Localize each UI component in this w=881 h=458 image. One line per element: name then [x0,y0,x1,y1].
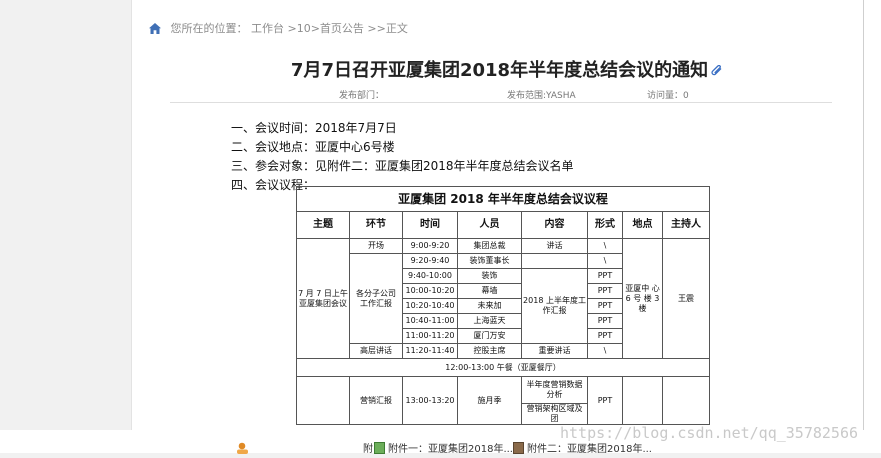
meeting-attendees: 三、参会对象：见附件二：亚厦集团2018年半年度总结会议名单 [231,159,574,173]
home-icon[interactable] [149,23,161,34]
time-cell: 11:00-11:20 [402,328,458,344]
time-cell: 10:00-10:20 [402,283,458,299]
column-header: 时间 [402,211,458,239]
breadcrumb-prefix: 您所在的位置： [170,22,248,35]
form-cell: \ [587,253,623,269]
person-cell: 幕墙 [457,283,522,299]
table-row: 12:00-13:00 午餐（亚厦餐厅） [295,358,711,377]
breadcrumb-path[interactable]: 工作台 >10>首页公告 >>正文 [251,22,408,35]
person-cell: 集团总裁 [457,238,522,254]
watermark: https://blog.csdn.net/qq_35782566 [560,424,859,442]
form-cell: PPT [587,376,623,425]
page-title: 7月7日召开亚厦集团2018年半年度总结会议的通知 [132,56,881,82]
person-cell: 未来加 [457,298,522,314]
time-cell: 10:40-11:00 [402,313,458,329]
notice-page: 您所在的位置： 工作台 >10>首页公告 >>正文 7月7日召开亚厦集团2018… [131,0,881,430]
time-cell: 13:00-13:20 [402,376,458,425]
breadcrumb: 您所在的位置： 工作台 >10>首页公告 >>正文 [149,20,408,36]
column-header: 主持人 [661,211,711,239]
content-cell: 2018 上半年度工 作汇报 [521,268,588,344]
notice-title: 7月7日召开亚厦集团2018年半年度总结会议的通知 [290,60,709,81]
column-header: 形式 [587,211,623,239]
theme-cell: 7 月 7 日上午 亚厦集团会议 [296,238,350,359]
column-header: 主题 [296,211,350,239]
person-cell: 装饰董事长 [457,253,522,269]
table-row: 7 月 7 日上午 亚厦集团会议 开场 9:00-9:20 集团总裁 讲话 \ … [296,238,711,359]
attachment-icon[interactable] [710,64,723,76]
form-cell: PPT [587,283,623,299]
file-icon [513,439,524,458]
column-header: 环节 [349,211,403,239]
person-cell: 厦门万安 [457,328,522,344]
theme-cell [296,376,350,425]
form-cell: PPT [587,298,623,314]
publish-scope: 发布范围:YASHA [507,91,576,101]
host-cell: 王震 [661,238,711,359]
file-icon [374,439,385,458]
view-count: 访问量：0 [647,91,689,101]
content-cell: 重要讲话 [521,343,588,359]
person-cell: 上海蓝天 [457,313,522,329]
meeting-time: 一、会议时间：2018年7月7日 [231,121,397,135]
person-cell: 施月季 [457,376,522,425]
agenda-table: 亚厦集团 2018 年半年度总结会议议程 主题 环节 时间 人员 内容 形式 地… [295,186,711,425]
lunch-cell: 12:00-13:00 午餐（亚厦餐厅） [295,358,711,377]
column-header: 内容 [521,211,588,239]
meeting-location: 二、会议地点：亚厦中心6号楼 [231,140,395,154]
column-header: 地点 [622,211,663,239]
content-cell [521,253,588,269]
agenda-caption: 亚厦集团 2018 年半年度总结会议议程 [295,186,711,212]
scrollbar-edge [863,0,864,430]
form-cell: \ [587,343,623,359]
segment-cell: 开场 [349,238,403,254]
location-cell [622,376,663,425]
person-cell: 装饰 [457,268,522,284]
location-cell: 亚厦中 心 6 号 楼 3 楼 [622,238,663,359]
user-icon [236,439,250,458]
time-cell: 10:20-10:40 [402,298,458,314]
form-cell: PPT [587,328,623,344]
table-header-row: 主题 环节 时间 人员 内容 形式 地点 主持人 [296,211,711,239]
host-cell [661,376,711,425]
form-cell: PPT [587,268,623,284]
time-cell: 9:40-10:00 [402,268,458,284]
content-cell: 营销架构区域及团 [521,403,588,425]
time-cell: 9:20-9:40 [402,253,458,269]
divider [170,102,832,103]
form-cell: \ [587,238,623,254]
publish-dept: 发布部门： [339,91,385,101]
time-cell: 9:00-9:20 [402,238,458,254]
form-cell: PPT [587,313,623,329]
content-cell: 讲话 [521,238,588,254]
column-header: 人员 [457,211,522,239]
content-cell: 半年度营销数据分析 [521,376,588,404]
notice-body: 一、会议时间：2018年7月7日 二、会议地点：亚厦中心6号楼 三、参会对象：见… [231,119,574,195]
segment-cell: 高层讲话 [349,343,403,359]
person-cell: 控股主席 [457,343,522,359]
segment-cell: 营销汇报 [349,376,403,425]
table-row: 营销汇报 13:00-13:20 施月季 半年度营销数据分析 PPT [296,376,711,425]
segment-cell: 各分子公司 工作汇报 [349,253,403,344]
time-cell: 11:20-11:40 [402,343,458,359]
